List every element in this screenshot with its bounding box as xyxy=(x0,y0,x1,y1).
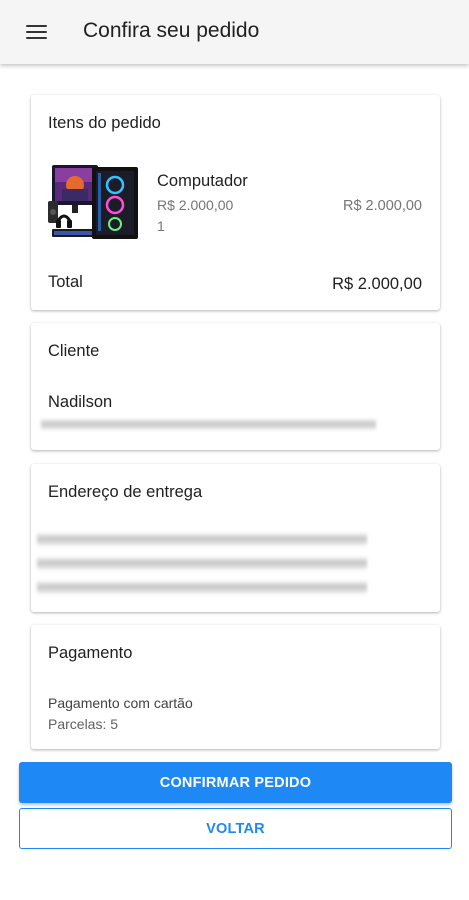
redacted-address-line xyxy=(37,580,367,595)
item-unit-price: R$ 2.000,00 xyxy=(157,197,234,213)
order-items-card: Itens do pedido Computador R$ 2.000,00 1… xyxy=(31,95,440,310)
back-button[interactable]: VOLTAR xyxy=(19,808,452,849)
item-name: Computador xyxy=(157,172,248,190)
redacted-address-line xyxy=(37,532,367,547)
payment-method: Pagamento com cartão xyxy=(48,695,193,711)
order-items-title: Itens do pedido xyxy=(48,114,161,132)
delivery-address-card: Endereço de entrega xyxy=(31,464,440,612)
redacted-address-line xyxy=(37,556,367,571)
app-bar: Confira seu pedido xyxy=(0,0,469,64)
client-title: Cliente xyxy=(48,342,100,360)
client-card: Cliente Nadilson xyxy=(31,323,440,450)
gaming-computer-image xyxy=(48,161,140,243)
client-name: Nadilson xyxy=(48,393,113,411)
total-label: Total xyxy=(48,273,83,291)
payment-title: Pagamento xyxy=(48,644,133,662)
item-quantity: 1 xyxy=(157,218,165,234)
item-subtotal: R$ 2.000,00 xyxy=(342,198,422,214)
hamburger-menu-icon[interactable] xyxy=(16,16,56,48)
confirm-order-button[interactable]: CONFIRMAR PEDIDO xyxy=(19,762,452,803)
total-value: R$ 2.000,00 xyxy=(332,275,422,293)
delivery-address-title: Endereço de entrega xyxy=(48,483,203,501)
payment-installments: Parcelas: 5 xyxy=(48,716,119,732)
redacted-client-line xyxy=(41,418,376,431)
payment-card: Pagamento Pagamento com cartão Parcelas:… xyxy=(31,625,440,749)
page-title: Confira seu pedido xyxy=(83,19,260,42)
